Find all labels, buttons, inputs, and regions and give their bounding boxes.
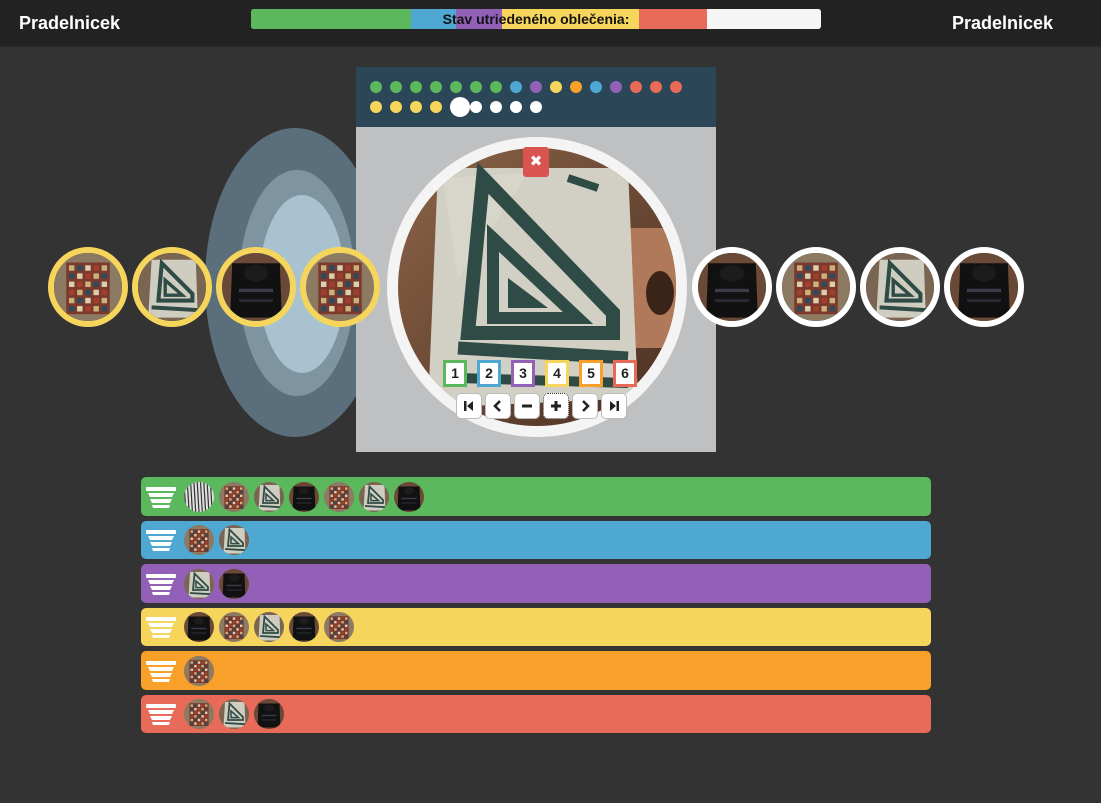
item-status-dots <box>356 67 716 127</box>
basket-item[interactable] <box>254 612 284 642</box>
last-icon <box>610 401 619 411</box>
clothing-photo <box>306 253 374 321</box>
plus-icon <box>551 401 561 411</box>
basket-item[interactable] <box>184 612 214 642</box>
item-dot[interactable] <box>390 101 402 113</box>
unsorted-item[interactable] <box>692 247 772 327</box>
prev-button[interactable] <box>485 393 511 419</box>
item-dot[interactable] <box>630 81 642 93</box>
unsorted-item[interactable] <box>776 247 856 327</box>
basket-red[interactable] <box>141 695 931 733</box>
category-button-2[interactable]: 2 <box>477 360 501 387</box>
item-dot[interactable] <box>490 81 502 93</box>
sorted-item[interactable] <box>300 247 380 327</box>
clothing-photo <box>866 253 934 321</box>
clothing-photo <box>138 253 206 321</box>
clothing-photo <box>698 253 766 321</box>
laundry-basket-icon <box>146 617 176 638</box>
basket-item[interactable] <box>394 481 424 512</box>
laundry-basket-icon <box>146 530 176 551</box>
sorted-item[interactable] <box>48 247 128 327</box>
sorted-item[interactable] <box>216 247 296 327</box>
laundry-basket-icon <box>146 704 176 725</box>
item-dot[interactable] <box>450 81 462 93</box>
basket-item[interactable] <box>289 481 319 512</box>
item-dot[interactable] <box>430 101 442 113</box>
progress-label: Stav utriedeného oblečenia: <box>442 11 630 27</box>
unsorted-item[interactable] <box>944 247 1024 327</box>
item-dot[interactable] <box>530 81 542 93</box>
next-icon <box>582 400 590 412</box>
basket-item[interactable] <box>289 612 319 642</box>
clothing-photo <box>950 253 1018 321</box>
basket-item[interactable] <box>184 525 214 555</box>
clothing-photo <box>222 253 290 321</box>
prev-icon <box>493 400 501 412</box>
brand-right[interactable]: Pradelnicek <box>952 13 1053 34</box>
basket-item[interactable] <box>359 481 389 512</box>
item-dot[interactable] <box>570 81 582 93</box>
item-dot[interactable] <box>410 101 422 113</box>
basket-yellow[interactable] <box>141 608 931 646</box>
top-navbar: Pradelnicek Stav utriedeného oblečenia: … <box>0 0 1101 47</box>
item-dot[interactable] <box>510 81 522 93</box>
minus-icon <box>522 404 532 408</box>
sorted-item[interactable] <box>132 247 212 327</box>
brand-left[interactable]: Pradelnicek <box>19 13 120 34</box>
basket-item[interactable] <box>219 568 249 599</box>
item-dot[interactable] <box>390 81 402 93</box>
item-dot[interactable] <box>430 81 442 93</box>
basket-item[interactable] <box>184 481 214 512</box>
next-button[interactable] <box>572 393 598 419</box>
basket-item[interactable] <box>254 699 284 729</box>
basket-green[interactable] <box>141 477 931 516</box>
item-dot[interactable] <box>370 81 382 93</box>
basket-item[interactable] <box>184 699 214 729</box>
first-button[interactable] <box>456 393 482 419</box>
item-dot[interactable] <box>410 81 422 93</box>
plus-button[interactable] <box>543 393 569 419</box>
close-button[interactable]: ✖ <box>523 147 549 177</box>
item-dot[interactable] <box>470 81 482 93</box>
basket-purple[interactable] <box>141 564 931 603</box>
category-button-4[interactable]: 4 <box>545 360 569 387</box>
sort-progress-bar: Stav utriedeného oblečenia: <box>251 9 821 29</box>
basket-item[interactable] <box>219 612 249 642</box>
basket-item[interactable] <box>324 612 354 642</box>
laundry-basket-icon <box>146 660 176 682</box>
basket-item[interactable] <box>184 655 214 686</box>
clothing-photo <box>54 253 122 321</box>
laundry-basket-icon <box>146 573 176 595</box>
item-dot[interactable] <box>370 101 382 113</box>
item-dot[interactable] <box>510 101 522 113</box>
minus-button[interactable] <box>514 393 540 419</box>
last-button[interactable] <box>601 393 627 419</box>
item-dot[interactable] <box>590 81 602 93</box>
clothing-photo <box>782 253 850 321</box>
category-button-1[interactable]: 1 <box>443 360 467 387</box>
basket-item[interactable] <box>219 525 249 555</box>
basket-orange[interactable] <box>141 651 931 690</box>
category-button-5[interactable]: 5 <box>579 360 603 387</box>
basket-item[interactable] <box>219 699 249 729</box>
category-button-6[interactable]: 6 <box>613 360 637 387</box>
category-button-3[interactable]: 3 <box>511 360 535 387</box>
current-item-dot[interactable] <box>450 97 470 117</box>
basket-item[interactable] <box>219 481 249 512</box>
basket-blue[interactable] <box>141 521 931 559</box>
first-icon <box>464 401 473 411</box>
laundry-basket-icon <box>146 486 176 508</box>
item-dot[interactable] <box>470 101 482 113</box>
item-dot[interactable] <box>550 81 562 93</box>
item-dot[interactable] <box>670 81 682 93</box>
basket-item[interactable] <box>254 481 284 512</box>
unsorted-item[interactable] <box>860 247 940 327</box>
basket-item[interactable] <box>184 568 214 599</box>
item-dot[interactable] <box>490 101 502 113</box>
basket-item[interactable] <box>324 481 354 512</box>
item-dot[interactable] <box>610 81 622 93</box>
item-dot[interactable] <box>530 101 542 113</box>
item-dot[interactable] <box>650 81 662 93</box>
